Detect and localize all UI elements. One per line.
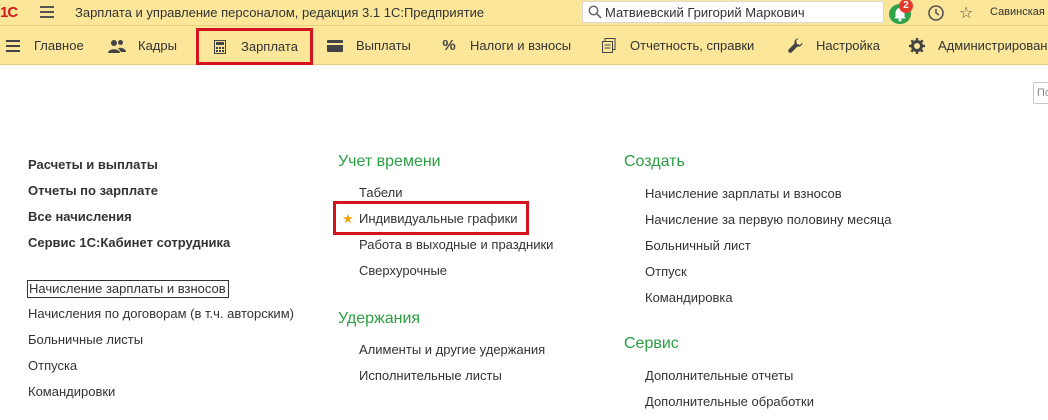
section-panel: Главное Кадры Зарплата Выплаты % Налоги … <box>0 26 1048 65</box>
menu-item-reports[interactable]: Отчетность, справки <box>600 26 754 65</box>
link-additional-reports[interactable]: Дополнительные отчеты <box>645 368 814 394</box>
calculator-icon <box>211 39 229 55</box>
user-search-field[interactable]: Матвиевский Григорий Маркович <box>582 1 884 23</box>
menu-item-label: Главное <box>34 38 84 53</box>
link-payroll-and-payments[interactable]: Расчеты и выплаты <box>28 157 230 183</box>
menu-item-label: Налоги и взносы <box>470 38 572 53</box>
card-icon <box>326 38 344 54</box>
menu-item-label: Кадры <box>138 38 177 53</box>
link-overtime[interactable]: Сверхурочные <box>359 263 553 289</box>
left-docs-list: Начисление зарплаты и взносов Начисления… <box>27 280 294 410</box>
organization-label[interactable]: Савинская <box>990 6 1045 18</box>
deductions-heading: Удержания <box>338 310 420 328</box>
menu-item-label: Зарплата <box>241 39 298 54</box>
link-writs-of-execution[interactable]: Исполнительные листы <box>359 368 545 394</box>
link-employee-cabinet[interactable]: Сервис 1С:Кабинет сотрудника <box>28 235 230 261</box>
documents-icon <box>600 38 618 54</box>
menu-item-label: Настройка <box>816 38 880 53</box>
create-heading: Создать <box>624 153 685 171</box>
link-payroll-accrual-docs[interactable]: Начисление зарплаты и взносов <box>27 280 294 306</box>
1c-logo[interactable]: 1С <box>0 3 30 23</box>
search-icon <box>588 5 602 19</box>
history-icon[interactable] <box>927 4 945 22</box>
menu-item-salary[interactable]: Зарплата <box>196 28 313 65</box>
link-additional-processing[interactable]: Дополнительные обработки <box>645 394 814 420</box>
title-bar: 1С Зарплата и управление персоналом, ред… <box>0 0 1048 26</box>
hamburger-icon <box>4 38 22 54</box>
favorites-star-icon[interactable]: ☆ <box>959 3 973 23</box>
menu-item-label: Отчетность, справки <box>630 38 755 53</box>
section-heading: Создать <box>624 153 685 170</box>
deductions-list: Алименты и другие удержания Исполнительн… <box>359 342 545 394</box>
section-heading: Учет времени <box>338 153 441 170</box>
link-vacations[interactable]: Отпуска <box>27 358 294 384</box>
notifications-button[interactable]: 2 <box>889 0 913 24</box>
time-tracking-heading: Учет времени <box>338 153 441 171</box>
link-contract-accruals[interactable]: Начисления по договорам (в т.ч. авторски… <box>27 306 294 332</box>
section-search-field[interactable]: По <box>1033 82 1048 104</box>
link-create-first-half[interactable]: Начисление за первую половину месяца <box>645 212 892 238</box>
link-payroll-reports[interactable]: Отчеты по зарплате <box>28 183 230 209</box>
link-label: Начисление зарплаты и взносов <box>27 280 229 298</box>
menu-item-label: Администрирование <box>938 38 1048 53</box>
link-sick-leaves[interactable]: Больничные листы <box>27 332 294 358</box>
app-title: Зарплата и управление персоналом, редакц… <box>75 5 485 20</box>
link-business-trips[interactable]: Командировки <box>27 384 294 410</box>
gear-icon <box>908 37 926 54</box>
menu-item-admin[interactable]: Администрирование <box>908 26 1048 65</box>
link-create-business-trip[interactable]: Командировка <box>645 290 892 316</box>
service-list: Дополнительные отчеты Дополнительные обр… <box>645 368 814 420</box>
section-heading: Сервис <box>624 335 679 352</box>
link-create-payroll[interactable]: Начисление зарплаты и взносов <box>645 186 892 212</box>
people-icon <box>108 38 126 54</box>
menu-item-hr[interactable]: Кадры <box>108 26 177 65</box>
user-name: Матвиевский Григорий Маркович <box>605 5 805 20</box>
section-heading: Удержания <box>338 310 421 327</box>
menu-item-label: Выплаты <box>356 38 411 53</box>
link-weekend-work[interactable]: Работа в выходные и праздники <box>359 237 553 263</box>
link-create-vacation[interactable]: Отпуск <box>645 264 892 290</box>
menu-item-main[interactable]: Главное <box>4 26 84 65</box>
wrench-icon <box>786 38 804 54</box>
link-all-accruals[interactable]: Все начисления <box>28 209 230 235</box>
menu-item-settings[interactable]: Настройка <box>786 26 880 65</box>
menu-item-payments[interactable]: Выплаты <box>326 26 411 65</box>
link-create-sick-leave[interactable]: Больничный лист <box>645 238 892 264</box>
highlight-box <box>333 201 529 235</box>
main-menu-icon[interactable] <box>40 6 54 18</box>
left-column: Расчеты и выплаты Отчеты по зарплате Все… <box>28 157 230 261</box>
percent-icon: % <box>442 37 456 54</box>
menu-item-taxes[interactable]: % Налоги и взносы <box>440 26 571 65</box>
link-alimony[interactable]: Алименты и другие удержания <box>359 342 545 368</box>
service-heading: Сервис <box>624 335 679 353</box>
create-list: Начисление зарплаты и взносов Начисление… <box>645 186 892 316</box>
